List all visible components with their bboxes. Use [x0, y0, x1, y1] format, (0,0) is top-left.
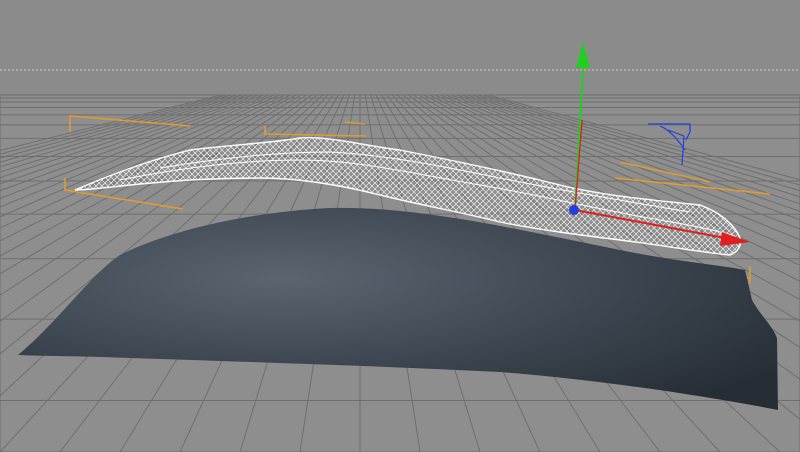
- viewport-scene[interactable]: [0, 0, 800, 452]
- z-axis-handle[interactable]: [569, 205, 579, 215]
- 3d-viewport[interactable]: [0, 0, 800, 452]
